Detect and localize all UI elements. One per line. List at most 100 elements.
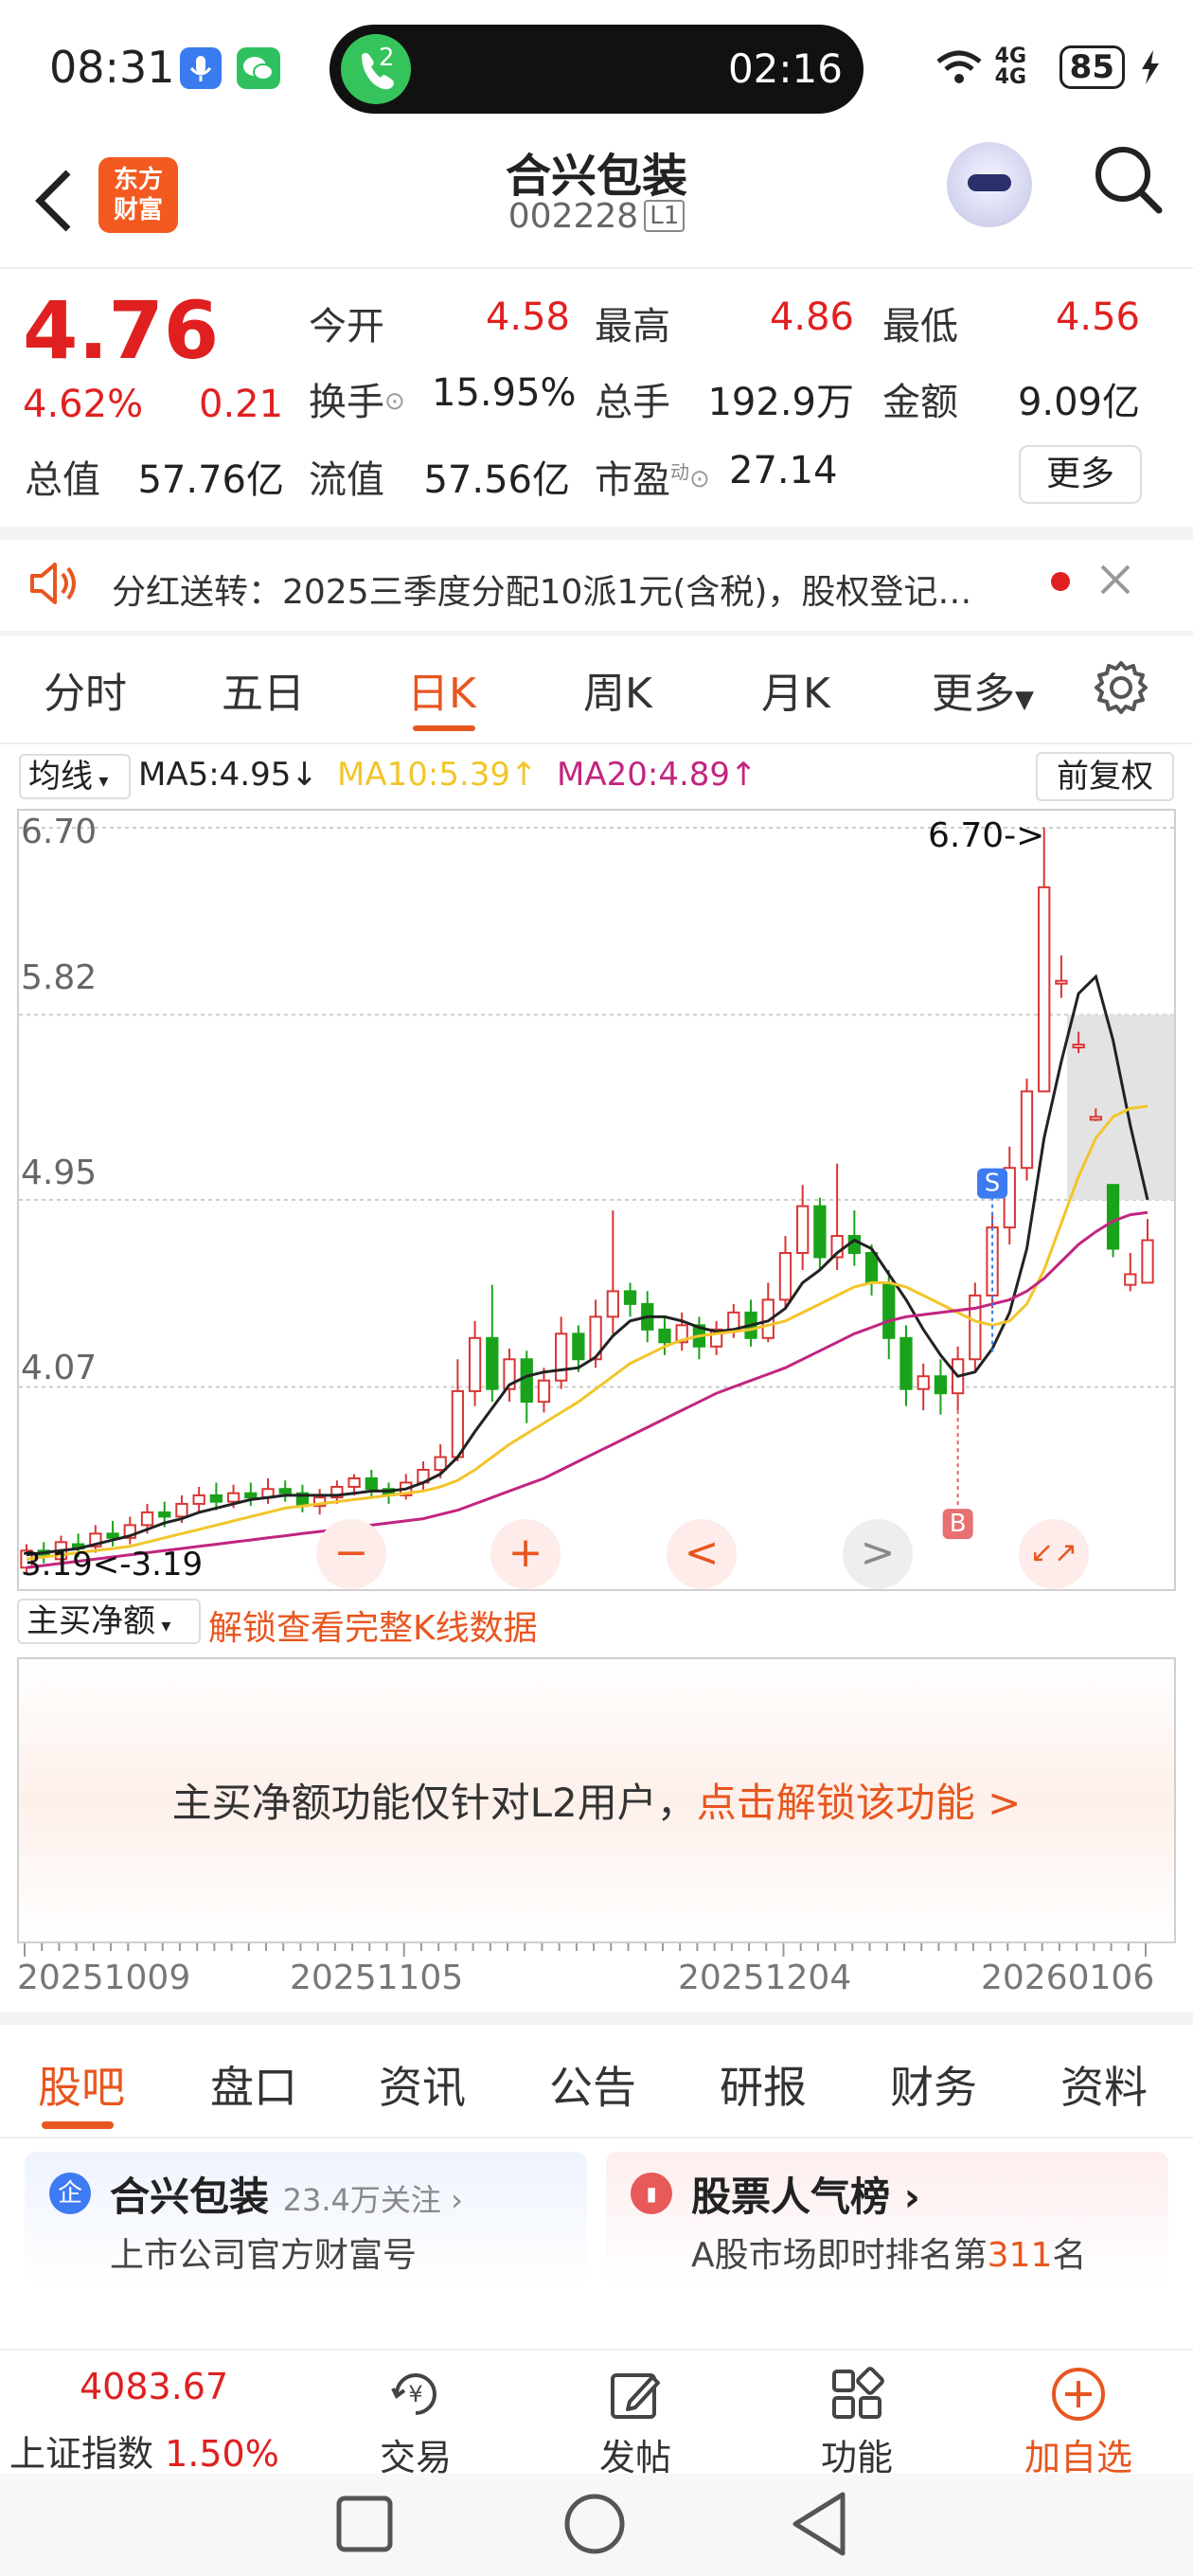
high-price-label: 6.70-> — [928, 816, 1045, 855]
pan-left-button[interactable]: < — [667, 1519, 737, 1589]
pan-right-button[interactable]: > — [843, 1519, 913, 1589]
header-divider — [0, 267, 1193, 269]
grid-icon — [827, 2364, 887, 2424]
date-tick-label: 20251204 — [678, 1959, 852, 1997]
candle-down — [899, 1336, 913, 1390]
candle-down — [486, 1336, 499, 1390]
candle-down — [882, 1281, 896, 1339]
tab-five-day[interactable]: 五日 — [222, 659, 305, 720]
add-circle-icon — [1048, 2364, 1109, 2424]
mktcap-label: 总值 — [25, 458, 100, 502]
zoom-out-button[interactable]: − — [316, 1519, 386, 1589]
battery-indicator: 85 — [1059, 45, 1125, 89]
high-value: 4.86 — [769, 295, 854, 339]
amount-value: 9.09亿 — [1017, 381, 1140, 424]
call-timer: 02:16 — [727, 45, 843, 92]
ai-assistant-avatar[interactable] — [947, 142, 1032, 227]
close-icon[interactable] — [1093, 557, 1138, 602]
tab-guba[interactable]: 股吧 — [38, 2053, 125, 2116]
info-icon: ⊙ — [689, 465, 710, 493]
indicator-selector[interactable]: 均线 ▾ — [19, 754, 131, 799]
y-tick-label: 4.07 — [21, 1349, 98, 1387]
stock-code: 002228 L1 — [407, 197, 786, 236]
back-nav-button[interactable] — [792, 2492, 846, 2556]
candle-down — [864, 1252, 879, 1284]
candle-down — [365, 1476, 378, 1491]
unlock-feature-link[interactable]: 点击解锁该功能 > — [697, 1780, 1022, 1826]
enterprise-icon: 企 — [49, 2173, 91, 2214]
dropdown-icon: ▾ — [155, 1614, 171, 1637]
recents-button[interactable] — [336, 2496, 393, 2552]
gear-icon[interactable] — [1091, 657, 1151, 718]
ongoing-call-pill[interactable]: 2 02:16 — [329, 25, 864, 114]
candle-down — [244, 1492, 258, 1499]
low-value: 4.56 — [1055, 295, 1140, 339]
candle-down — [572, 1333, 585, 1361]
l2-unlock-message[interactable]: 主买净额功能仅针对L2用户，点击解锁该功能 > — [19, 1771, 1174, 1829]
tab-more[interactable]: 更多▼ — [932, 659, 1034, 720]
fullscreen-button[interactable]: ↙↗ — [1019, 1519, 1089, 1589]
official-account-card[interactable]: 企 合兴包装 23.4万关注 › 上市公司官方财富号 — [25, 2152, 587, 2286]
candle-up — [606, 1290, 619, 1318]
float-label: 流值 — [309, 458, 384, 502]
yuan-cycle-icon: ¥ — [385, 2364, 446, 2424]
tab-order-book[interactable]: 盘口 — [210, 2053, 297, 2116]
section-divider — [0, 527, 1193, 540]
high-label: 最高 — [595, 305, 670, 349]
more-quote-button[interactable]: 更多 — [1019, 445, 1142, 504]
candle-down — [623, 1290, 637, 1305]
tab-news[interactable]: 资讯 — [379, 2053, 466, 2116]
tab-profile[interactable]: 资料 — [1060, 2053, 1148, 2116]
pe-label[interactable]: 市盈动⊙ — [595, 449, 710, 504]
mktcap-value: 57.76亿 — [137, 458, 284, 502]
charging-icon — [1142, 50, 1159, 84]
tab-monthly-k[interactable]: 月K — [761, 659, 830, 720]
eastmoney-logo[interactable]: 东方 财富 — [98, 157, 178, 233]
add-watchlist-button[interactable]: 加自选 — [1007, 2364, 1149, 2480]
dividend-notice[interactable]: 分红送转：2025三季度分配10派1元(含税)，股权登记… — [112, 564, 1021, 614]
level-badge: L1 — [644, 200, 686, 232]
sub-indicator-selector[interactable]: 主买净额 ▾ — [17, 1599, 201, 1644]
tab-announcements[interactable]: 公告 — [549, 2053, 636, 2116]
section-divider — [0, 631, 1193, 636]
tab-daily-k[interactable]: 日K — [407, 659, 476, 720]
search-icon[interactable] — [1091, 142, 1166, 218]
unlock-kline-link[interactable]: 解锁查看完整K线数据 — [208, 1601, 538, 1650]
adjust-mode-button[interactable]: 前复权 — [1036, 752, 1174, 801]
index-name[interactable]: 上证指数 1.50% — [9, 2424, 279, 2477]
bar-chart-icon: ▮ — [631, 2173, 672, 2214]
kline-chart[interactable]: SB 6.70 5.82 4.95 4.07 6.70-> 3.19<-3.19… — [17, 809, 1176, 1591]
tab-intraday[interactable]: 分时 — [44, 659, 127, 720]
candle-up — [537, 1379, 551, 1404]
status-time: 08:31 — [49, 42, 175, 93]
date-tick-label: 20251009 — [17, 1959, 191, 1997]
index-value[interactable]: 4083.67 — [80, 2366, 228, 2407]
sub-indicator-panel: 主买净额功能仅针对L2用户，点击解锁该功能 > — [17, 1657, 1176, 1943]
candle-up — [347, 1476, 361, 1488]
zoom-in-button[interactable]: + — [490, 1519, 561, 1589]
tab-financials[interactable]: 财务 — [890, 2053, 977, 2116]
network-label: 4G 4G — [994, 45, 1027, 89]
phone-icon: 2 — [341, 34, 411, 104]
trade-button[interactable]: ¥ 交易 — [345, 2364, 487, 2480]
tab-research[interactable]: 研报 — [720, 2053, 807, 2116]
active-tab-indicator — [42, 2121, 114, 2129]
back-button[interactable] — [27, 163, 83, 239]
turnover-label[interactable]: 换手⊙ — [309, 371, 405, 426]
tab-weekly-k[interactable]: 周K — [583, 659, 652, 720]
popularity-rank-card[interactable]: ▮ 股票人气榜 › A股市场即时排名第311名 — [606, 2152, 1168, 2286]
functions-button[interactable]: 功能 — [786, 2364, 928, 2480]
home-button[interactable] — [564, 2494, 625, 2554]
call-count: 2 — [379, 44, 395, 72]
microphone-icon — [180, 47, 222, 89]
post-button[interactable]: 发帖 — [564, 2364, 706, 2480]
float-value: 57.56亿 — [423, 458, 570, 502]
candle-up — [1055, 979, 1068, 985]
ma10-readout: MA10:5.39↑ — [337, 756, 538, 794]
candle-up — [969, 1294, 982, 1361]
card-subtitle: A股市场即时排名第311名 — [691, 2236, 1087, 2275]
system-nav-bar — [0, 2474, 1193, 2576]
card-title: 股票人气榜 › — [691, 2174, 920, 2220]
sell-marker-label: S — [985, 1170, 1001, 1198]
turnover-value: 15.95% — [432, 371, 577, 415]
